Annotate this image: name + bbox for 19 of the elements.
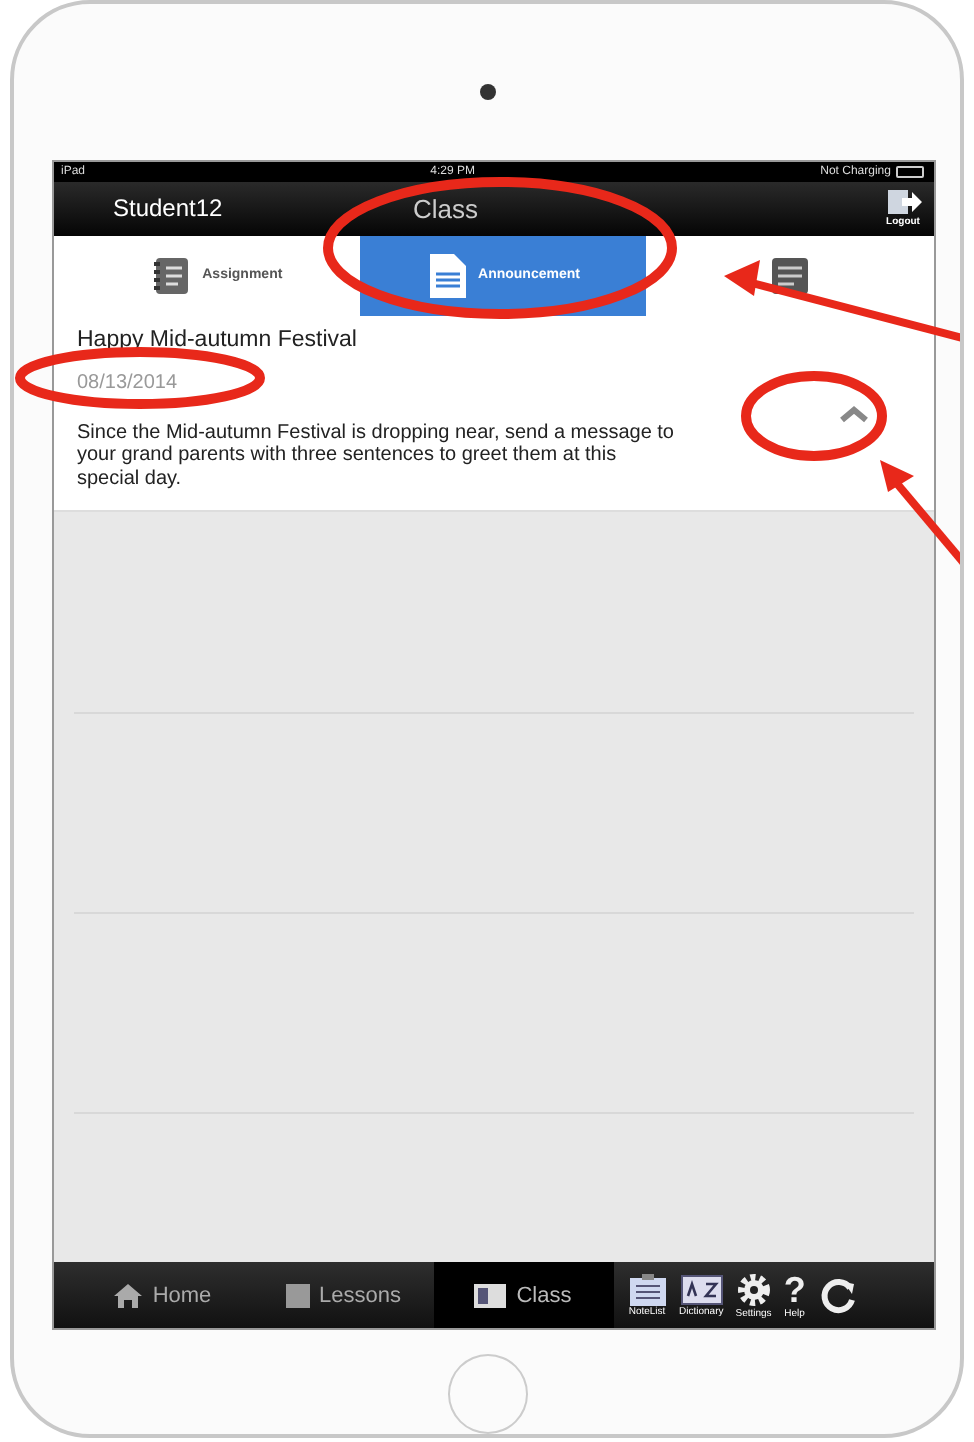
bottom-tab[interactable]: Class [433, 1262, 613, 1329]
camera-dot [479, 84, 495, 100]
clipboard-icon [627, 1273, 667, 1306]
document-icon [426, 251, 471, 300]
battery-icon [896, 165, 925, 178]
settings-icon [735, 1271, 772, 1308]
announcement-body: Since the Mid-autumn Festival is dropping near, send a message to your grand parents with three sentences to greet them at this special day. [77, 421, 676, 491]
dictionary-icon [679, 1273, 724, 1306]
bottom-tab[interactable]: Lessons [253, 1262, 433, 1329]
chevron-icon [837, 403, 869, 424]
announcement-date: 08/13/2014 [77, 371, 180, 394]
logout-icon [885, 188, 921, 217]
class-icon [474, 1283, 507, 1308]
screen-title: Class [413, 193, 481, 224]
bottom-tab[interactable]: Home [73, 1262, 253, 1329]
square-icon [285, 1283, 309, 1308]
sync-icon [817, 1275, 858, 1316]
user-name: Student12 [113, 194, 225, 223]
house-icon [114, 1283, 143, 1308]
